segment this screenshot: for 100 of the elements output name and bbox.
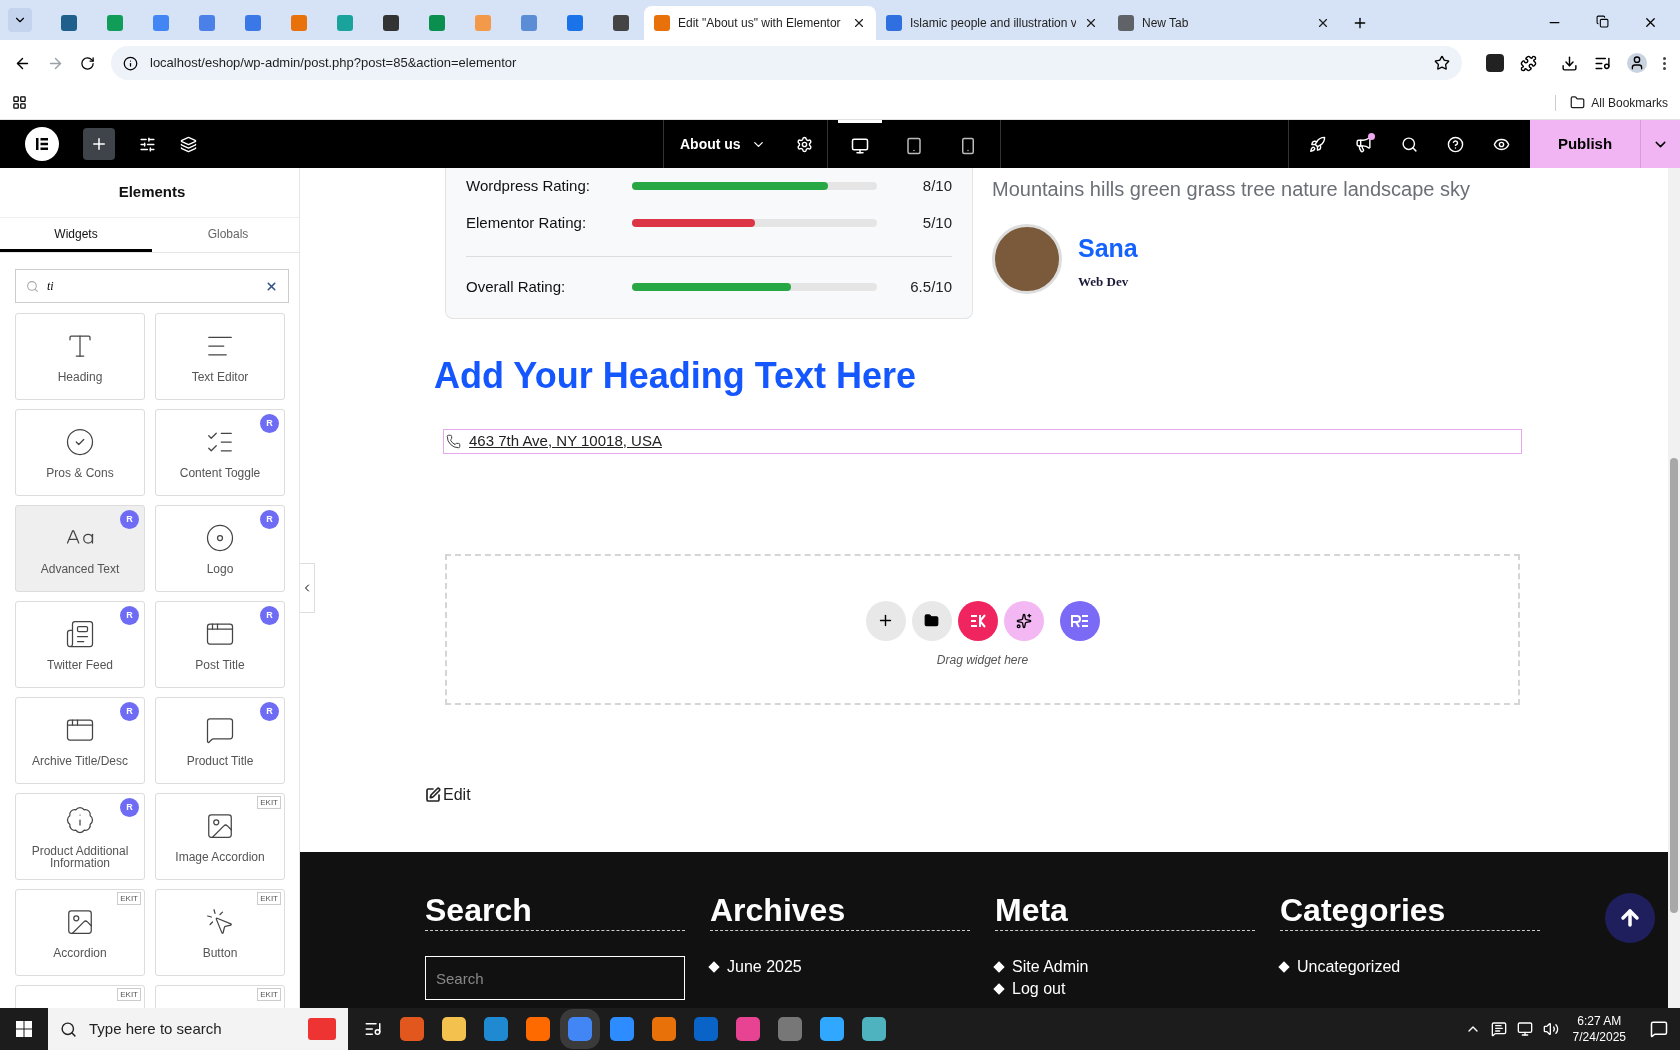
footer-heading: Meta xyxy=(995,890,1255,931)
pointer-icon xyxy=(205,906,235,937)
widget-card[interactable]: EKIT Button xyxy=(155,889,285,976)
widget-card[interactable]: R Product Additional Information xyxy=(15,793,145,880)
action-center-icon[interactable] xyxy=(1650,1020,1668,1038)
taskbar-search-field[interactable]: Type here to search xyxy=(48,1008,348,1050)
profile-avatar[interactable] xyxy=(1627,53,1647,73)
app-icon[interactable] xyxy=(862,1017,886,1041)
widget-card[interactable]: EKIT xyxy=(155,985,285,1008)
widget-card[interactable]: R Post Title xyxy=(155,601,285,688)
rocket-icon[interactable] xyxy=(1309,135,1326,153)
clock-date[interactable]: 7/24/2025 xyxy=(1572,1029,1626,1045)
scrollbar-thumb[interactable] xyxy=(1670,458,1678,913)
download-icon[interactable] xyxy=(1561,54,1578,72)
extension-icon[interactable] xyxy=(1486,54,1504,72)
close-icon[interactable] xyxy=(1643,15,1658,30)
menu-icon[interactable] xyxy=(1663,56,1666,70)
close-icon[interactable] xyxy=(1316,16,1330,30)
footer-link[interactable]: Log out xyxy=(995,978,1066,1000)
addons-logo-button[interactable] xyxy=(1059,600,1100,641)
kit-badge: EKIT xyxy=(257,988,281,1001)
address-link[interactable]: 463 7th Ave, NY 10018, USA xyxy=(469,430,662,453)
widget-label: Content Toggle xyxy=(178,466,262,479)
apps-icon[interactable] xyxy=(12,95,27,110)
pro-badge: R xyxy=(260,510,279,529)
widget-card[interactable]: R Archive Title/Desc xyxy=(15,697,145,784)
star-icon[interactable] xyxy=(1434,55,1450,71)
footer-link[interactable]: Uncategorized xyxy=(1280,956,1401,978)
widget-card[interactable]: EKIT xyxy=(15,985,145,1008)
kit-logo-button[interactable] xyxy=(957,600,998,641)
new-tab-icon[interactable] xyxy=(1352,15,1368,31)
reload-icon[interactable] xyxy=(80,55,95,71)
tab-search-button[interactable] xyxy=(8,8,32,32)
megaphone-icon[interactable] xyxy=(1355,135,1372,153)
task-view-icon[interactable] xyxy=(364,1020,382,1038)
browser-tab[interactable]: Edit "About us" with Elementor xyxy=(644,6,876,40)
kit-badge: EKIT xyxy=(257,892,281,905)
kit-badge: EKIT xyxy=(117,892,141,905)
add-element-button[interactable] xyxy=(83,128,115,160)
widget-label: Product Additional Information xyxy=(30,844,130,869)
kit-badge: EKIT xyxy=(257,796,281,809)
app-icon[interactable] xyxy=(484,1017,508,1041)
widget-label: Twitter Feed xyxy=(46,658,114,671)
tablet-icon xyxy=(904,136,923,155)
widget-search-field[interactable]: ti xyxy=(15,269,289,303)
panel-tab[interactable]: Globals xyxy=(152,218,299,252)
publish-button[interactable]: Publish xyxy=(1530,120,1640,168)
search-placeholder: Type here to search xyxy=(89,1018,223,1039)
pro-badge: R xyxy=(120,606,139,625)
check-circle-icon xyxy=(65,426,95,457)
widget-card[interactable]: R Content Toggle xyxy=(155,409,285,496)
widget-card[interactable]: R Advanced Text xyxy=(15,505,145,592)
page-title-dropdown[interactable]: About us xyxy=(664,133,782,155)
notification-app-icon[interactable] xyxy=(1490,1021,1507,1037)
network-icon[interactable] xyxy=(1516,1021,1533,1037)
app-icon[interactable] xyxy=(736,1017,760,1041)
volume-icon[interactable] xyxy=(1542,1021,1559,1037)
search-input[interactable]: ti xyxy=(47,277,257,295)
help-icon[interactable] xyxy=(1447,135,1464,153)
close-icon[interactable] xyxy=(852,16,866,30)
panel-tab[interactable]: Widgets xyxy=(0,218,152,252)
app-icon[interactable] xyxy=(610,1017,634,1041)
search-icon[interactable] xyxy=(1401,135,1418,153)
puzzle-icon[interactable] xyxy=(1520,54,1537,72)
app-icon[interactable] xyxy=(778,1017,802,1041)
close-icon[interactable] xyxy=(1084,16,1098,30)
sliders-icon[interactable] xyxy=(139,135,156,153)
browser-tab[interactable]: New Tab xyxy=(1108,6,1340,40)
app-icon[interactable] xyxy=(652,1017,676,1041)
app-icon[interactable] xyxy=(400,1017,424,1041)
footer-link[interactable]: June 2025 xyxy=(710,956,802,978)
restore-icon[interactable] xyxy=(1596,15,1609,28)
bookmarks-folder[interactable]: All Bookmarks xyxy=(1570,93,1668,112)
image-caption: Mountains hills green grass tree nature landscape sky xyxy=(992,177,1471,202)
rating-label: Wordpress Rating: xyxy=(466,175,591,196)
pro-badge: R xyxy=(120,702,139,721)
sparkles-icon xyxy=(1015,612,1032,629)
widget-card[interactable]: R Logo xyxy=(155,505,285,592)
clear-icon[interactable] xyxy=(265,279,278,293)
clock-time[interactable]: 6:27 AM xyxy=(1577,1013,1622,1029)
ai-button[interactable] xyxy=(1003,600,1044,641)
widget-card[interactable]: Text Editor xyxy=(155,313,285,400)
widget-card[interactable]: Pros & Cons xyxy=(15,409,145,496)
widget-card[interactable]: EKIT Accordion xyxy=(15,889,145,976)
footer-link[interactable]: Site Admin xyxy=(995,956,1089,978)
widget-card[interactable]: R Twitter Feed xyxy=(15,601,145,688)
app-icon[interactable] xyxy=(526,1017,550,1041)
widget-card[interactable]: Heading xyxy=(15,313,145,400)
elementor-logo-icon[interactable] xyxy=(25,127,59,161)
app-icon[interactable] xyxy=(442,1017,466,1041)
footer-search-field[interactable]: Search xyxy=(425,956,685,1000)
settings-icon[interactable] xyxy=(795,135,813,153)
address-bar[interactable]: localhost/eshop/wp-admin/post.php?post=85&action=elementor xyxy=(111,46,1462,80)
app-icon[interactable] xyxy=(820,1017,844,1041)
layers-icon[interactable] xyxy=(180,135,197,153)
widget-card[interactable]: R Product Title xyxy=(155,697,285,784)
rating-label: Elementor Rating: xyxy=(466,212,588,233)
edit-link[interactable]: Edit xyxy=(425,783,471,807)
browser-tab[interactable]: Islamic people and illustration v xyxy=(876,6,1108,40)
widget-card[interactable]: EKIT Image Accordion xyxy=(155,793,285,880)
